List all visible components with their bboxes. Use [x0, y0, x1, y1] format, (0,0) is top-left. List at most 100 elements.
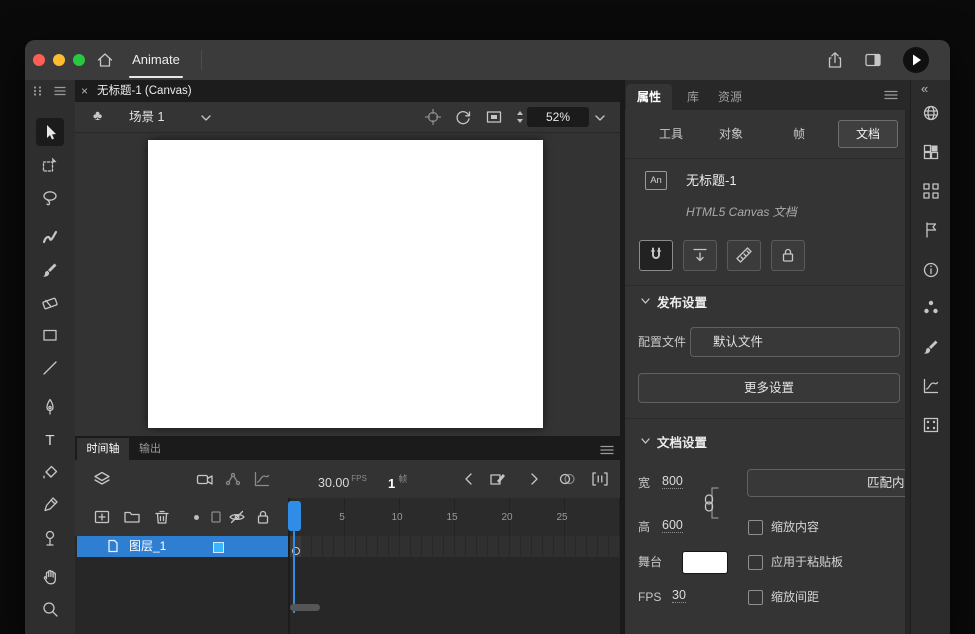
clip-content-icon[interactable]: [484, 107, 504, 127]
layer-highlight-column-icon[interactable]: [207, 508, 225, 526]
rectangle-tool-icon[interactable]: [40, 325, 60, 345]
fps-value-field[interactable]: 30: [672, 588, 686, 603]
layer-name[interactable]: 图层_1: [129, 536, 166, 557]
paint-bucket-tool-icon[interactable]: [40, 463, 60, 483]
color-icon[interactable]: [921, 298, 941, 318]
doc-tab-title[interactable]: 无标题-1 (Canvas): [97, 80, 192, 102]
camera-icon[interactable]: [195, 469, 215, 489]
subtab-object[interactable]: 对象: [711, 120, 751, 148]
delete-layer-icon[interactable]: [152, 507, 172, 527]
quick-share-play-button[interactable]: [903, 47, 929, 73]
scene-breadcrumb[interactable]: 场景 1: [129, 102, 164, 132]
link-dimensions-icon[interactable]: [703, 486, 723, 520]
scale-spacing-checkbox[interactable]: [748, 590, 763, 605]
panel-layout-icon[interactable]: [863, 50, 883, 70]
current-frame-display[interactable]: 1帧: [388, 460, 407, 498]
pattern-icon[interactable]: [921, 415, 941, 435]
asset-warp-tool-icon[interactable]: [40, 528, 60, 548]
edit-multiple-frames-icon[interactable]: [488, 469, 508, 489]
pen-tool-icon[interactable]: [40, 397, 60, 417]
swatches-icon[interactable]: [921, 142, 941, 162]
height-value[interactable]: 600: [662, 518, 683, 533]
zoom-dropdown-chevron-icon[interactable]: [595, 115, 605, 121]
frame-rate-display[interactable]: 30.00FPS: [318, 460, 367, 498]
brushes-icon[interactable]: [921, 337, 941, 357]
scene-dropdown-chevron-icon[interactable]: [201, 115, 211, 121]
docset-section-chevron-icon[interactable]: [641, 438, 650, 444]
show-hide-column-icon[interactable]: [227, 507, 247, 527]
subtab-tool[interactable]: 工具: [651, 120, 691, 148]
selection-tool-icon[interactable]: [40, 122, 60, 142]
zoom-stepper[interactable]: [515, 108, 525, 126]
share-icon[interactable]: [825, 50, 845, 70]
playhead-handle[interactable]: [288, 501, 301, 531]
width-value[interactable]: 800: [662, 474, 683, 489]
snap-align-button[interactable]: [683, 240, 717, 271]
rotate-stage-icon[interactable]: [453, 107, 473, 127]
window-close-button[interactable]: [33, 54, 45, 66]
empty-keyframe-cell[interactable]: [290, 536, 301, 557]
center-stage-icon[interactable]: [423, 107, 443, 127]
tools-drag-handle-icon[interactable]: [32, 85, 44, 97]
onion-skin-icon[interactable]: [557, 469, 577, 489]
apply-pasteboard-checkbox[interactable]: [748, 555, 763, 570]
tab-animate[interactable]: Animate: [127, 40, 185, 80]
symbol-clover-icon[interactable]: ♣: [93, 107, 102, 123]
rulers-icon[interactable]: [921, 220, 941, 240]
layer-outline-color-swatch[interactable]: [213, 542, 224, 553]
properties-menu-icon[interactable]: [883, 88, 899, 102]
stage-canvas[interactable]: [148, 140, 543, 428]
new-folder-icon[interactable]: [122, 507, 142, 527]
lasso-tool-icon[interactable]: [40, 188, 60, 208]
step-back-icon[interactable]: [459, 469, 479, 489]
layer-row[interactable]: 图层_1: [77, 536, 290, 557]
free-transform-tool-icon[interactable]: [40, 155, 60, 175]
timeline-hscrollbar[interactable]: [290, 604, 320, 611]
more-settings-button[interactable]: 更多设置: [638, 373, 900, 403]
frame-ruler[interactable]: 5 10 15 20 25: [290, 498, 620, 537]
tab-properties[interactable]: 属性: [626, 84, 672, 110]
tab-timeline[interactable]: 时间轴: [77, 438, 129, 460]
text-tool-icon[interactable]: T: [40, 430, 60, 450]
home-icon[interactable]: [95, 50, 115, 70]
snap-to-grid-button[interactable]: [727, 240, 761, 271]
document-settings-header[interactable]: 文档设置: [657, 432, 707, 451]
new-layer-icon[interactable]: [92, 507, 112, 527]
classic-brush-tool-icon[interactable]: [40, 260, 60, 280]
tab-library[interactable]: 库: [681, 84, 705, 110]
hand-tool-icon[interactable]: [40, 567, 60, 587]
layer-frames-row[interactable]: [290, 536, 620, 557]
layer-parenting-icon[interactable]: [92, 469, 112, 489]
snap-to-objects-button[interactable]: [639, 240, 673, 271]
line-tool-icon[interactable]: [40, 358, 60, 378]
cc-libraries-icon[interactable]: [921, 103, 941, 123]
transform-icon[interactable]: [921, 376, 941, 396]
tab-assets[interactable]: 资源: [711, 84, 749, 110]
profile-dropdown[interactable]: 默认文件: [690, 327, 900, 357]
graph-editor-icon[interactable]: [252, 469, 272, 489]
lock-column-icon[interactable]: [253, 507, 273, 527]
info-icon[interactable]: [921, 260, 941, 280]
publish-settings-header[interactable]: 发布设置: [657, 292, 707, 311]
window-zoom-button[interactable]: [73, 54, 85, 66]
eyedropper-tool-icon[interactable]: [40, 495, 60, 515]
subtab-document[interactable]: 文档: [838, 120, 898, 148]
zoom-level-field[interactable]: 52%: [527, 107, 589, 127]
eraser-tool-icon[interactable]: [40, 292, 60, 312]
layer-depth-icon[interactable]: [223, 469, 243, 489]
subtab-frame[interactable]: 帧: [779, 120, 819, 148]
publish-section-chevron-icon[interactable]: [641, 298, 650, 304]
timeline-menu-icon[interactable]: [599, 443, 615, 457]
onion-skin-range-icon[interactable]: [590, 469, 610, 489]
doc-tab-close-icon[interactable]: ×: [81, 80, 88, 102]
stage-color-swatch[interactable]: [682, 551, 728, 574]
zoom-tool-icon[interactable]: [40, 599, 60, 619]
align-icon[interactable]: [921, 181, 941, 201]
tools-menu-icon[interactable]: [53, 85, 67, 97]
step-forward-icon[interactable]: [524, 469, 544, 489]
lock-guides-button[interactable]: [771, 240, 805, 271]
fluid-brush-tool-icon[interactable]: [40, 227, 60, 247]
dock-collapse-icon[interactable]: «: [921, 81, 928, 96]
outline-color-column-icon[interactable]: [194, 515, 199, 520]
match-contents-button[interactable]: 匹配内容: [747, 469, 905, 497]
